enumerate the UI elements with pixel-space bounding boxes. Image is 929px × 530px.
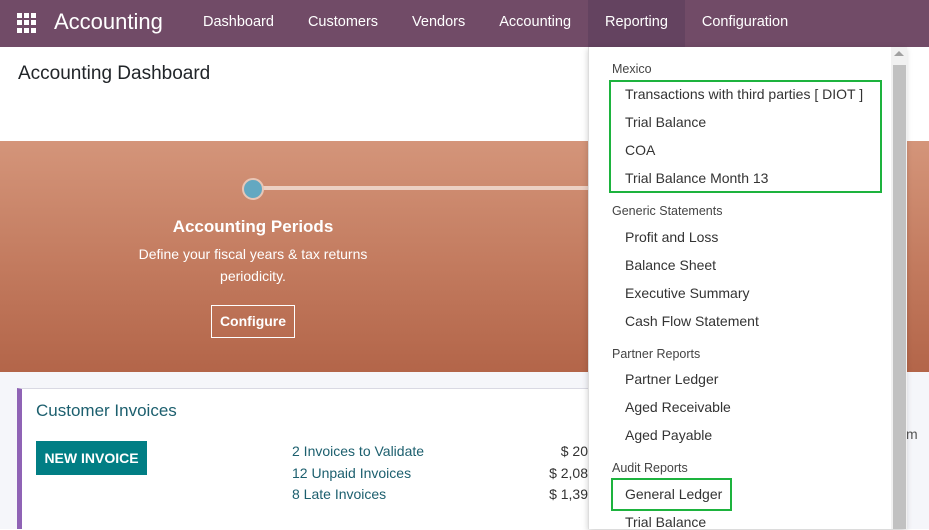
banner-title: Accounting Periods [172,217,334,236]
scrollbar[interactable] [891,47,907,529]
page-title: Accounting Dashboard [18,63,211,84]
nav-configuration[interactable]: Configuration [685,0,805,47]
section-header-partner: Partner Reports [612,347,701,361]
nav-reporting[interactable]: Reporting [588,0,685,47]
section-header-audit: Audit Reports [612,461,688,475]
menu-item-trial-balance[interactable]: Trial Balance [625,514,706,530]
top-navbar: Accounting Dashboard Customers Vendors A… [0,0,929,47]
amount: $ 2,08 [549,465,588,481]
unpaid-invoices-link[interactable]: 12 Unpaid Invoices [292,465,411,481]
step-dot[interactable] [242,178,264,200]
apps-grid-icon[interactable] [17,13,37,33]
menu-item-profit-loss[interactable]: Profit and Loss [625,229,718,245]
amount: $ 20 [560,443,588,459]
card-title[interactable]: Customer Invoices [36,401,177,421]
section-header-generic: Generic Statements [612,204,723,218]
highlight-box [611,478,732,511]
menu-item-balance-sheet[interactable]: Balance Sheet [625,257,716,273]
nav-customers[interactable]: Customers [291,0,395,47]
progress-line [253,186,593,190]
new-invoice-button[interactable]: NEW INVOICE [36,441,147,475]
menu-item-executive-summary[interactable]: Executive Summary [625,285,749,301]
scroll-up-arrow-icon[interactable] [894,51,904,56]
nav-accounting[interactable]: Accounting [482,0,588,47]
app-brand[interactable]: Accounting [54,9,163,35]
menu-item-aged-receivable[interactable]: Aged Receivable [625,399,731,415]
scrollbar-thumb[interactable] [893,65,906,529]
banner-desc-2: periodicity. [220,268,286,284]
menu-item-aged-payable[interactable]: Aged Payable [625,427,712,443]
banner-desc: Define your fiscal years & tax returns [138,246,368,262]
configure-button[interactable]: Configure [211,305,295,338]
nav-vendors[interactable]: Vendors [395,0,482,47]
partial-text: m [906,426,918,442]
highlight-box [609,80,882,193]
nav-dashboard[interactable]: Dashboard [186,0,291,47]
amount: $ 1,39 [549,486,588,502]
late-invoices-link[interactable]: 8 Late Invoices [292,486,386,502]
reporting-dropdown: Mexico Transactions with third parties [… [588,47,907,530]
invoices-to-validate-link[interactable]: 2 Invoices to Validate [292,443,424,459]
section-header-mexico: Mexico [612,62,652,76]
menu-item-partner-ledger[interactable]: Partner Ledger [625,371,718,387]
menu-item-cash-flow[interactable]: Cash Flow Statement [625,313,759,329]
